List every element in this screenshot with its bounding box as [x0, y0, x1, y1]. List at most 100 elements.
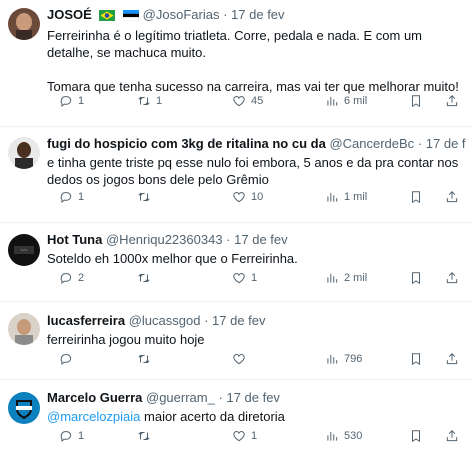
share-button[interactable] — [445, 352, 459, 366]
share-button[interactable] — [445, 94, 459, 108]
bookmark-button[interactable] — [409, 352, 423, 366]
tweet-header: JOSOÉ @JosoFarias · 17 de fev — [47, 7, 466, 25]
retweet-button[interactable] — [137, 271, 156, 285]
retweet-button[interactable]: 1 — [137, 94, 162, 108]
user-handle[interactable]: @JosoFarias — [143, 7, 220, 22]
tweet-text: @marcelozpiaia maior acerto da diretoria — [47, 408, 466, 425]
reply-button[interactable]: 1 — [59, 429, 84, 443]
avatar[interactable] — [8, 392, 40, 424]
like-count: 1 — [251, 430, 258, 442]
like-button[interactable]: 10 — [232, 190, 263, 204]
tweet[interactable]: lucasferreira @lucassgod · 17 de fev fer… — [0, 302, 472, 380]
user-handle[interactable]: @CancerdeBc — [329, 136, 414, 151]
retweet-button[interactable] — [137, 190, 156, 204]
views-count: 796 — [344, 353, 363, 365]
share-icon — [445, 429, 459, 443]
share-button[interactable] — [445, 429, 459, 443]
views-button[interactable]: 2 mil — [325, 271, 367, 285]
tweet[interactable]: JOSOÉ @JosoFarias · 17 de fev Ferreirinh… — [0, 0, 472, 127]
share-icon — [445, 190, 459, 204]
reply-button[interactable] — [59, 352, 78, 366]
retweet-icon — [137, 190, 151, 204]
views-count: 2 mil — [344, 272, 368, 284]
timestamp[interactable]: 17 de fev — [234, 232, 288, 247]
views-icon — [325, 429, 339, 443]
share-icon — [445, 352, 459, 366]
display-name[interactable]: lucasferreira — [47, 313, 125, 328]
bookmark-button[interactable] — [409, 429, 423, 443]
bookmark-icon — [409, 429, 423, 443]
like-button[interactable]: 1 — [232, 429, 257, 443]
tweet[interactable]: fugi do hospicio com 3kg de ritalina no … — [0, 127, 472, 223]
views-button[interactable]: 530 — [325, 429, 362, 443]
reply-icon — [59, 429, 73, 443]
bookmark-icon — [409, 271, 423, 285]
views-icon — [325, 190, 339, 204]
tweet-text: ferreirinha jogou muito hoje — [47, 331, 466, 348]
estonia-flag-icon — [122, 9, 140, 25]
like-count: 10 — [251, 191, 264, 203]
retweet-button[interactable] — [137, 429, 156, 443]
display-name[interactable]: Marcelo Guerra — [47, 390, 142, 405]
tweet-text-paragraph: Tomara que tenha sucesso na carreira, ma… — [47, 79, 459, 94]
bookmark-button[interactable] — [409, 190, 423, 204]
tweet[interactable]: Marcelo Guerra @guerram_ · 17 de fev @ma… — [0, 380, 472, 460]
user-handle[interactable]: @guerram_ — [146, 390, 215, 405]
like-count: 45 — [251, 95, 264, 107]
reply-icon — [59, 271, 73, 285]
reply-button[interactable]: 1 — [59, 190, 84, 204]
tweet-text-paragraph: Ferreirinha é o legítimo triatleta. Corr… — [47, 28, 423, 60]
like-count: 1 — [251, 272, 258, 284]
avatar[interactable] — [8, 313, 40, 345]
like-button[interactable]: 45 — [232, 94, 263, 108]
tweet-header: fugi do hospicio com 3kg de ritalina no … — [47, 136, 466, 152]
like-icon — [232, 94, 246, 108]
views-icon — [325, 271, 339, 285]
share-button[interactable] — [445, 190, 459, 204]
reply-button[interactable]: 2 — [59, 271, 84, 285]
tweet-text-paragraph: Soteldo eh 1000x melhor que o Ferreirinh… — [47, 251, 298, 266]
bookmark-button[interactable] — [409, 94, 423, 108]
bookmark-button[interactable] — [409, 271, 423, 285]
views-count: 6 mil — [344, 95, 368, 107]
tweet[interactable]: ~~ Hot Tuna @Henriqu22360343 · 17 de fev… — [0, 223, 472, 302]
timestamp[interactable]: 17 de fev — [426, 136, 466, 151]
tweet-header: lucasferreira @lucassgod · 17 de fev — [47, 313, 466, 329]
display-name[interactable]: JOSOÉ — [47, 7, 92, 22]
reply-count: 1 — [78, 95, 85, 107]
views-button[interactable]: 796 — [325, 352, 362, 366]
retweet-button[interactable] — [137, 352, 156, 366]
like-button[interactable] — [232, 352, 251, 366]
retweet-icon — [137, 94, 151, 108]
views-count: 530 — [344, 430, 363, 442]
like-icon — [232, 429, 246, 443]
like-icon — [232, 271, 246, 285]
timestamp[interactable]: 17 de fev — [226, 390, 280, 405]
tweet-text-paragraph: e tinha gente triste pq esse nulo foi em… — [47, 155, 459, 187]
timestamp[interactable]: 17 de fev — [212, 313, 266, 328]
display-name[interactable]: fugi do hospicio com 3kg de ritalina no … — [47, 136, 326, 151]
mention-link[interactable]: @marcelozpiaia — [47, 409, 140, 424]
avatar[interactable] — [8, 8, 40, 40]
display-name[interactable]: Hot Tuna — [47, 232, 102, 247]
views-button[interactable]: 6 mil — [325, 94, 367, 108]
tweet-text: e tinha gente triste pq esse nulo foi em… — [47, 154, 466, 188]
retweet-icon — [137, 271, 151, 285]
user-handle[interactable]: @Henriqu22360343 — [106, 232, 223, 247]
reply-button[interactable]: 1 — [59, 94, 84, 108]
tweet-text: Soteldo eh 1000x melhor que o Ferreirinh… — [47, 250, 466, 267]
user-handle[interactable]: @lucassgod — [129, 313, 201, 328]
views-button[interactable]: 1 mil — [325, 190, 367, 204]
bookmark-icon — [409, 94, 423, 108]
separator-dot: · — [417, 136, 423, 151]
separator-dot: · — [218, 390, 223, 405]
share-icon — [445, 271, 459, 285]
bookmark-icon — [409, 352, 423, 366]
reply-count: 2 — [78, 272, 85, 284]
like-button[interactable]: 1 — [232, 271, 257, 285]
reply-icon — [59, 352, 73, 366]
avatar[interactable] — [8, 137, 40, 169]
share-button[interactable] — [445, 271, 459, 285]
timestamp[interactable]: 17 de fev — [231, 7, 285, 22]
avatar[interactable]: ~~ — [8, 234, 40, 266]
